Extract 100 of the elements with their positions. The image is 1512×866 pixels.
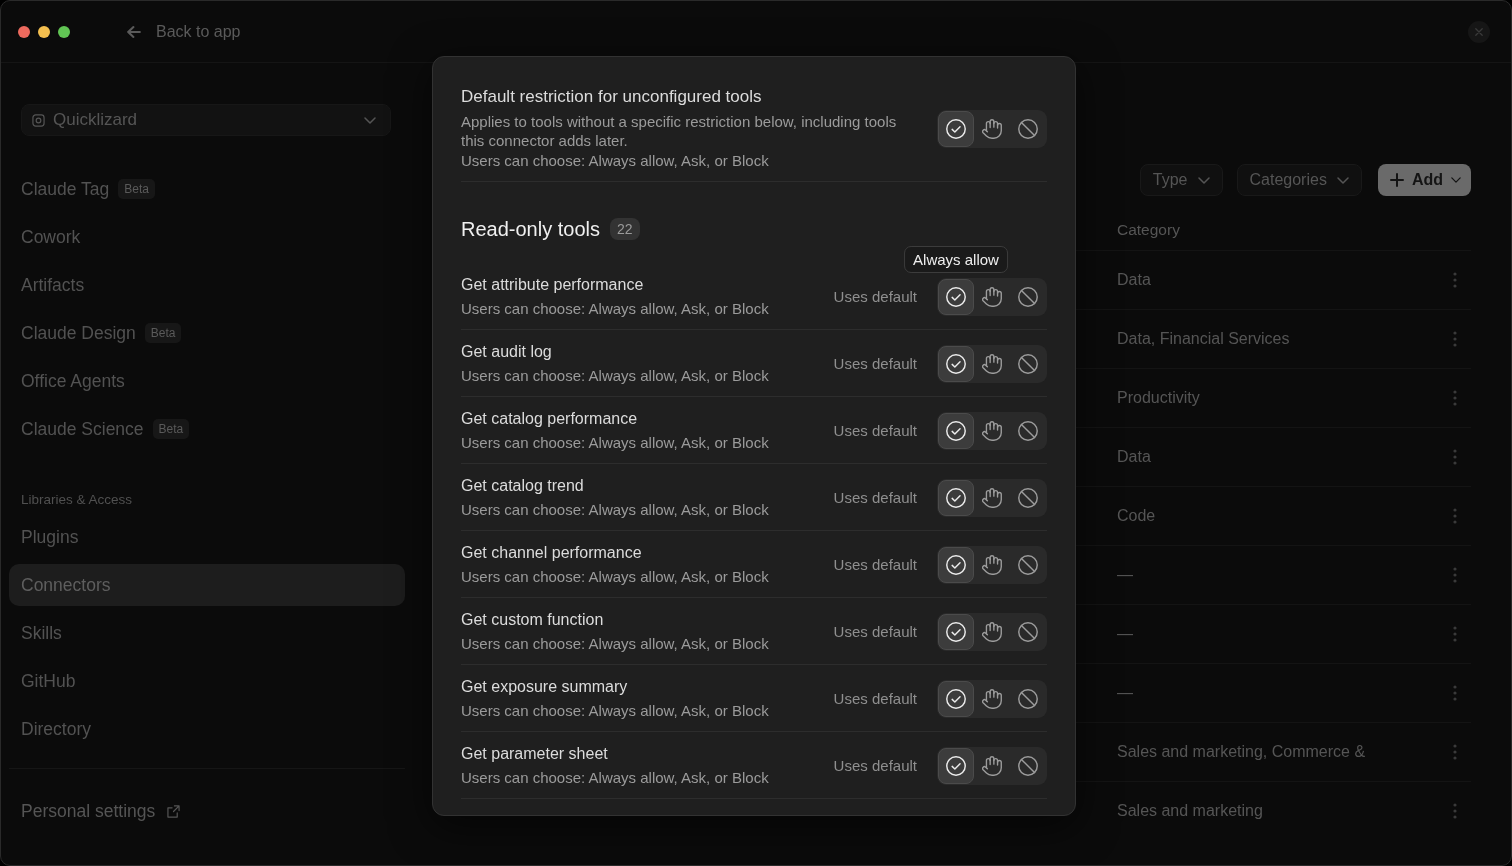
table-cell-text: Code	[1117, 507, 1157, 525]
status-label: Uses default	[833, 757, 917, 774]
count-badge: 22	[609, 218, 640, 240]
external-link-icon	[167, 804, 181, 818]
hand-icon	[982, 420, 1002, 441]
table-cell-text: —	[1117, 684, 1134, 702]
tool-name: Get custom function	[461, 610, 605, 630]
check-circle-icon	[946, 621, 966, 642]
check-circle-icon	[946, 755, 966, 776]
window-minimize-icon[interactable]	[38, 25, 50, 38]
hint-text: Users can choose: Always allow, Ask, or Block	[461, 151, 770, 171]
section-heading: Read-only tools	[461, 217, 600, 241]
table-cell-text: —	[1117, 625, 1134, 643]
check-circle-icon	[946, 353, 966, 374]
nav-item[interactable]: Directory	[9, 708, 405, 750]
hand-icon	[982, 621, 1002, 642]
tool-hint: Users can choose: Always allow, Ask, or Block	[461, 701, 770, 721]
tool-name: Get exposure summary	[461, 677, 629, 697]
chevron-down-icon	[364, 116, 376, 124]
tool-name: Get channel performance	[461, 543, 643, 563]
nav-item[interactable]: Claude Science Beta	[9, 408, 405, 450]
nav-item[interactable]: Claude Tag Beta	[9, 168, 405, 210]
status-label: Uses default	[833, 288, 917, 305]
plus-icon	[1389, 173, 1404, 187]
table-cell-text: —	[1117, 566, 1134, 584]
rounded-square-icon	[32, 113, 45, 127]
tool-name: Get parameter sheet	[461, 744, 609, 764]
status-label: Uses default	[833, 422, 917, 439]
allow-button[interactable]	[938, 278, 974, 315]
window-maximize-icon[interactable]	[58, 25, 70, 38]
prohibited-icon	[1018, 554, 1038, 575]
nav-item[interactable]: Office Agents	[9, 360, 405, 402]
table-cell-text: Productivity	[1117, 389, 1201, 407]
beta-badge: Beta	[152, 419, 190, 439]
tool-hint: Users can choose: Always allow, Ask, or Block	[461, 567, 770, 587]
prohibited-icon	[1018, 688, 1038, 709]
settings-link[interactable]: Personal settings	[21, 790, 181, 832]
check-circle-icon	[946, 688, 966, 709]
allow-button[interactable]	[938, 412, 974, 449]
nav-item[interactable]: GitHub	[9, 660, 405, 702]
prohibited-icon	[1018, 286, 1038, 307]
allow-button[interactable]	[938, 680, 974, 717]
status-label: Uses default	[833, 355, 917, 372]
chevron-down-icon	[1451, 177, 1461, 183]
filter-dropdown[interactable]: Type	[1139, 164, 1223, 196]
hand-icon	[982, 118, 1002, 139]
status-label: Uses default	[833, 690, 917, 707]
prohibited-icon	[1018, 118, 1038, 139]
window-close-icon[interactable]	[18, 25, 30, 38]
hand-icon	[982, 688, 1002, 709]
beta-badge: Beta	[144, 323, 182, 343]
close-icon	[1475, 27, 1483, 36]
back-arrow-icon	[127, 25, 141, 38]
filter-dropdown[interactable]: Categories	[1236, 164, 1362, 196]
table-cell-text: Data, Financial Services	[1117, 330, 1291, 348]
table-cell-text: Data	[1117, 448, 1152, 466]
prohibited-icon	[1018, 621, 1038, 642]
section-title: Default restriction for unconfigured tools	[461, 86, 763, 108]
table-cell-text: Sales and marketing	[1117, 802, 1264, 820]
tool-hint: Users can choose: Always allow, Ask, or Block	[461, 299, 770, 319]
check-circle-icon	[946, 118, 966, 139]
nav-item[interactable]: Claude Design Beta	[9, 312, 405, 354]
check-circle-icon	[946, 420, 966, 441]
nav-item[interactable]: Connectors	[9, 564, 405, 606]
chevron-down-icon	[1336, 176, 1349, 184]
prohibited-icon	[1018, 420, 1038, 441]
allow-button[interactable]	[938, 479, 974, 516]
allow-button[interactable]	[938, 345, 974, 382]
chevron-down-icon	[1197, 176, 1210, 184]
check-circle-icon	[946, 554, 966, 575]
tool-name: Get audit log	[461, 342, 553, 362]
nav-item[interactable]: Artifacts	[9, 264, 405, 306]
check-circle-icon	[946, 487, 966, 508]
tool-hint: Users can choose: Always allow, Ask, or Block	[461, 634, 770, 654]
status-label: Uses default	[833, 623, 917, 640]
description-text: Applies to tools without a specific restriction below, including tools this connector adds later.	[461, 112, 898, 150]
beta-badge: Beta	[118, 179, 155, 199]
nav-item[interactable]: Cowork	[9, 216, 405, 258]
tool-name: Get catalog performance	[461, 409, 639, 429]
table-cell-text: Sales and marketing, Commerce &	[1117, 743, 1367, 761]
column-header: Category	[1117, 221, 1181, 239]
nav-item[interactable]: Skills	[9, 612, 405, 654]
hand-icon	[982, 554, 1002, 575]
prohibited-icon	[1018, 353, 1038, 374]
allow-button[interactable]	[938, 613, 974, 650]
prohibited-icon	[1018, 487, 1038, 508]
tool-hint: Users can choose: Always allow, Ask, or Block	[461, 433, 770, 453]
status-label: Uses default	[833, 556, 917, 573]
back-link[interactable]: Back to app	[127, 22, 241, 41]
add-button[interactable]: Add	[1377, 164, 1471, 196]
tool-name: Get attribute performance	[461, 275, 645, 295]
allow-button[interactable]	[938, 747, 974, 784]
hand-icon	[982, 353, 1002, 374]
workspace-dropdown[interactable]: Quicklizard	[21, 104, 391, 136]
tooltip: Always allow	[904, 245, 1008, 273]
section-label: Libraries & Access	[20, 491, 134, 509]
allow-button[interactable]	[938, 110, 974, 147]
allow-button[interactable]	[938, 546, 974, 583]
nav-item[interactable]: Plugins	[9, 516, 405, 558]
hand-icon	[982, 755, 1002, 776]
